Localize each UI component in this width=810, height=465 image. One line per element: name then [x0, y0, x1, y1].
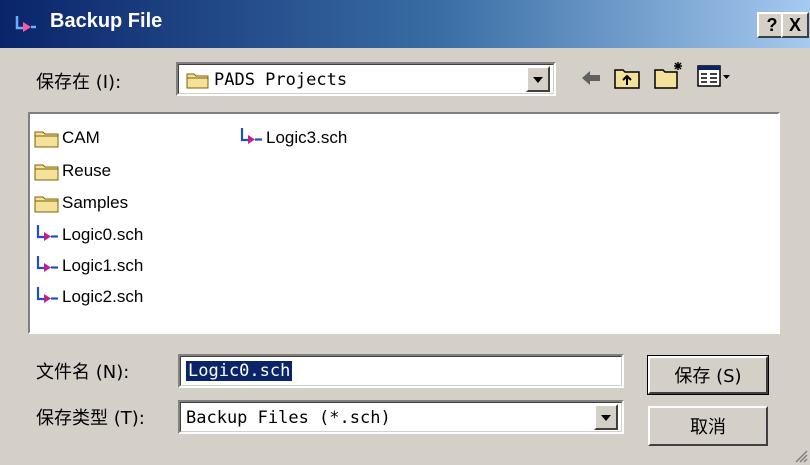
sch-file-icon [240, 128, 262, 144]
file-list[interactable]: CAM Reuse Samples Logic0.sch Logic1.sch … [28, 112, 780, 334]
back-arrow-icon[interactable] [578, 66, 604, 90]
file-type-label: 保存类型 (T): [36, 408, 145, 429]
save-button[interactable]: 保存 (S) [647, 355, 769, 395]
backup-file-dialog: Backup File ? X 保存在 (I): PADS Projects C… [0, 0, 810, 465]
sch-file-icon [36, 287, 58, 303]
save-in-label: 保存在 (I): [36, 72, 122, 93]
sch-file-icon [36, 225, 58, 241]
list-item[interactable]: Logic3.sch [238, 126, 347, 150]
folder-icon [34, 131, 59, 148]
save-in-dropdown-button[interactable] [526, 66, 550, 92]
file-name-value: Logic0.sch [186, 361, 293, 381]
list-item[interactable]: Logic1.sch [34, 254, 143, 278]
list-item[interactable]: Logic2.sch [34, 285, 143, 309]
list-item[interactable]: Reuse [34, 159, 111, 183]
file-type-dropdown-button[interactable] [594, 404, 618, 430]
folder-icon [34, 196, 59, 213]
cancel-button[interactable]: 取消 [648, 406, 768, 446]
window-title: Backup File [50, 10, 163, 32]
up-folder-icon[interactable] [613, 64, 641, 90]
close-button[interactable]: X [781, 12, 809, 38]
file-type-value: Backup Files (*.sch) [186, 408, 391, 428]
sch-file-icon [36, 256, 58, 272]
chevron-down-icon [533, 77, 543, 83]
file-type-combo[interactable]: Backup Files (*.sch) [178, 400, 624, 434]
pads-logic-icon [15, 16, 36, 32]
list-item[interactable]: Logic0.sch [34, 223, 143, 247]
list-item[interactable]: Samples [34, 191, 128, 215]
save-in-value: PADS Projects [214, 70, 348, 90]
list-item[interactable]: CAM [34, 126, 100, 150]
resize-grip-icon[interactable] [792, 447, 808, 463]
file-name-label: 文件名 (N): [36, 362, 130, 383]
folder-icon [186, 73, 209, 89]
file-name-input[interactable]: Logic0.sch [178, 354, 624, 388]
folder-icon [34, 164, 59, 181]
view-menu-icon[interactable] [697, 64, 731, 90]
chevron-down-icon [601, 415, 611, 421]
new-folder-icon[interactable] [653, 60, 685, 90]
save-in-combo[interactable]: PADS Projects [176, 62, 556, 96]
title-bar[interactable]: Backup File ? X [0, 0, 810, 48]
